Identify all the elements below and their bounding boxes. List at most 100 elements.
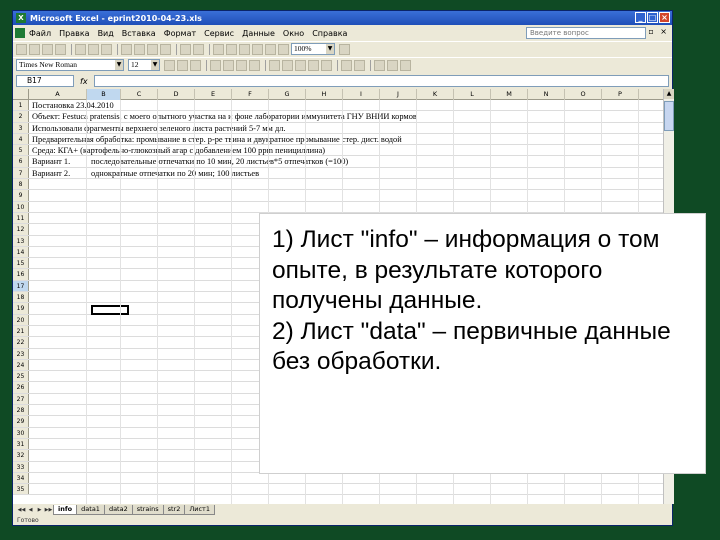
sheet-tab-лист1[interactable]: Лист1 — [184, 505, 215, 515]
undo-icon[interactable] — [180, 43, 191, 55]
row-header[interactable]: 4 — [13, 133, 29, 145]
cell-text[interactable]: Использовали фрагменты верхнего зеленого… — [32, 123, 285, 134]
column-header[interactable]: M — [491, 89, 528, 100]
column-header[interactable]: K — [417, 89, 454, 100]
column-header[interactable]: A — [29, 89, 87, 100]
chart-wizard-icon[interactable] — [265, 43, 276, 55]
row-header[interactable]: 11 — [13, 212, 29, 224]
row-header[interactable]: 27 — [13, 393, 29, 405]
menu-item[interactable]: Сервис — [204, 29, 234, 38]
sheet-tab-data2[interactable]: data2 — [103, 505, 133, 515]
column-header[interactable]: J — [380, 89, 417, 100]
cell-text[interactable]: Среда: КГА+ (картофельно-глюкозный агар … — [32, 145, 325, 156]
sheet-tab-strains[interactable]: strains — [131, 505, 164, 515]
row-header[interactable]: 13 — [13, 235, 29, 246]
row-header[interactable]: 21 — [13, 325, 29, 337]
menu-item[interactable]: Формат — [164, 29, 196, 38]
column-header[interactable]: C — [121, 89, 158, 100]
decrease-decimal-icon[interactable] — [321, 59, 332, 71]
print-icon[interactable] — [75, 43, 86, 55]
row-header[interactable]: 19 — [13, 303, 29, 314]
row-header[interactable]: 25 — [13, 371, 29, 382]
next-sheet-icon[interactable]: ▶ — [35, 506, 44, 515]
fx-icon[interactable]: fx — [80, 77, 88, 86]
menu-item[interactable]: Вид — [98, 29, 114, 38]
row-header[interactable]: 12 — [13, 224, 29, 235]
select-all-corner[interactable] — [13, 89, 29, 100]
cell-text[interactable]: Вариант 2. однократные отпечатки по 20 ми… — [32, 168, 259, 179]
column-header[interactable]: H — [306, 89, 343, 100]
preview-icon[interactable] — [88, 43, 99, 55]
increase-indent-icon[interactable] — [354, 59, 365, 71]
cell-variant-description[interactable]: однократные отпечатки по 20 мин; 100 лис… — [91, 168, 259, 179]
cell-text[interactable]: Предварительная обработка: промывание в … — [32, 134, 402, 145]
currency-icon[interactable] — [269, 59, 280, 71]
column-header[interactable]: P — [602, 89, 639, 100]
comma-style-icon[interactable] — [295, 59, 306, 71]
new-icon[interactable] — [16, 43, 27, 55]
row-header[interactable]: 30 — [13, 427, 29, 438]
row-header[interactable]: 6 — [13, 156, 29, 167]
row-header[interactable]: 24 — [13, 359, 29, 371]
row-header[interactable]: 3 — [13, 122, 29, 133]
font-name-select[interactable]: Times New Roman ▼ — [16, 59, 124, 71]
help-icon[interactable] — [339, 43, 350, 55]
active-cell-b17[interactable] — [91, 305, 129, 315]
cell-text[interactable]: Вариант 1. последовательные отпечатки по … — [32, 156, 348, 167]
open-icon[interactable] — [29, 43, 40, 55]
row-header[interactable]: 9 — [13, 190, 29, 201]
hyperlink-icon[interactable] — [213, 43, 224, 55]
paste-icon[interactable] — [147, 43, 158, 55]
first-sheet-icon[interactable]: ◀◀ — [17, 506, 26, 515]
menu-item[interactable]: Окно — [283, 29, 304, 38]
row-header[interactable]: 28 — [13, 405, 29, 416]
column-header[interactable]: I — [343, 89, 380, 100]
save-icon[interactable] — [42, 43, 53, 55]
drawing-icon[interactable] — [278, 43, 289, 55]
column-header[interactable]: O — [565, 89, 602, 100]
underline-icon[interactable] — [190, 59, 201, 71]
row-header[interactable]: 7 — [13, 167, 29, 179]
fill-color-icon[interactable] — [387, 59, 398, 71]
row-header[interactable]: 32 — [13, 450, 29, 461]
row-header[interactable]: 26 — [13, 382, 29, 393]
font-size-select[interactable]: 12 ▼ — [128, 59, 160, 71]
column-header[interactable]: G — [269, 89, 306, 100]
row-header[interactable]: 22 — [13, 337, 29, 348]
menu-item[interactable]: Вставка — [122, 29, 156, 38]
align-right-icon[interactable] — [236, 59, 247, 71]
increase-decimal-icon[interactable] — [308, 59, 319, 71]
column-header[interactable]: D — [158, 89, 195, 100]
row-header[interactable]: 8 — [13, 179, 29, 190]
spelling-icon[interactable] — [101, 43, 112, 55]
merge-center-icon[interactable] — [249, 59, 260, 71]
bold-icon[interactable] — [164, 59, 175, 71]
column-header[interactable]: L — [454, 89, 491, 100]
row-header[interactable]: 5 — [13, 145, 29, 156]
permission-icon[interactable] — [55, 43, 66, 55]
row-header[interactable]: 34 — [13, 472, 29, 484]
percent-icon[interactable] — [282, 59, 293, 71]
row-header[interactable]: 35 — [13, 484, 29, 495]
sort-descending-icon[interactable] — [252, 43, 263, 55]
sheet-tab-info[interactable]: info — [53, 505, 78, 515]
help-question-input[interactable]: Введите вопрос — [526, 27, 646, 39]
row-header[interactable]: 15 — [13, 258, 29, 269]
column-header[interactable]: N — [528, 89, 565, 100]
sheet-tab-str2[interactable]: str2 — [162, 505, 186, 515]
row-header[interactable]: 10 — [13, 201, 29, 212]
menu-item[interactable]: Правка — [59, 29, 89, 38]
cell-variant-label[interactable]: Вариант 2. — [32, 169, 70, 178]
row-header[interactable]: 1 — [13, 100, 29, 111]
row-header[interactable]: 16 — [13, 269, 29, 280]
scroll-thumb[interactable] — [664, 101, 674, 131]
prev-sheet-icon[interactable]: ◀ — [26, 506, 35, 515]
row-header[interactable]: 31 — [13, 438, 29, 450]
align-left-icon[interactable] — [210, 59, 221, 71]
copy-icon[interactable] — [134, 43, 145, 55]
redo-icon[interactable] — [193, 43, 204, 55]
close-icon[interactable]: × — [659, 12, 670, 23]
row-header[interactable]: 23 — [13, 348, 29, 359]
last-sheet-icon[interactable]: ▶▶ — [44, 506, 53, 515]
align-center-icon[interactable] — [223, 59, 234, 71]
